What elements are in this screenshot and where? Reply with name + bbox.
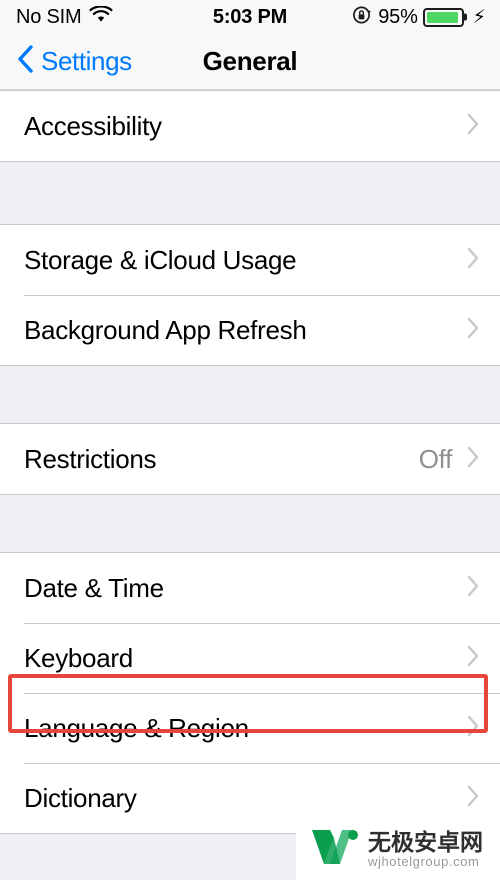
chevron-right-icon xyxy=(466,112,480,141)
charging-bolt-icon: ⚡ xyxy=(472,6,486,28)
row-keyboard[interactable]: Keyboard xyxy=(0,623,500,693)
chevron-left-icon xyxy=(16,44,34,79)
chevron-right-icon xyxy=(466,316,480,345)
group-separator xyxy=(0,366,500,423)
chevron-right-icon xyxy=(466,714,480,743)
chevron-right-icon xyxy=(466,445,480,474)
row-label: Background App Refresh xyxy=(24,314,307,345)
group-separator xyxy=(0,495,500,552)
row-label: Date & Time xyxy=(24,572,164,603)
watermark-logo-icon xyxy=(308,824,360,875)
chevron-right-icon xyxy=(466,784,480,813)
row-date-and-time[interactable]: Date & Time xyxy=(0,553,500,623)
row-language-and-region[interactable]: Language & Region xyxy=(0,693,500,763)
settings-group-2: Storage & iCloud Usage Background App Re… xyxy=(0,224,500,366)
chevron-right-icon xyxy=(466,574,480,603)
status-bar: No SIM 5:03 PM 95% ⚡ xyxy=(0,0,500,34)
row-label: Accessibility xyxy=(24,110,162,141)
group-separator xyxy=(0,162,500,224)
navigation-bar: Settings General xyxy=(0,34,500,90)
iphone-screen: No SIM 5:03 PM 95% ⚡ Settings General Ac… xyxy=(0,0,500,880)
status-bar-left: No SIM xyxy=(16,4,251,29)
rotation-lock-icon xyxy=(352,5,372,30)
row-restrictions[interactable]: Restrictions Off xyxy=(0,424,500,494)
carrier-label: No SIM xyxy=(16,5,82,28)
status-bar-right: 95% ⚡ xyxy=(251,5,486,30)
chevron-right-icon xyxy=(466,644,480,673)
battery-fill xyxy=(426,11,458,23)
row-label: Dictionary xyxy=(24,782,137,813)
watermark: 无极安卓网 wjhotelgroup.com xyxy=(296,818,500,880)
watermark-url: wjhotelgroup.com xyxy=(368,853,480,869)
settings-group-1: Accessibility xyxy=(0,90,500,162)
row-background-app-refresh[interactable]: Background App Refresh xyxy=(0,295,500,365)
row-accessibility[interactable]: Accessibility xyxy=(0,91,500,161)
battery-percent-label: 95% xyxy=(378,5,418,28)
row-value-restrictions: Off xyxy=(418,443,453,474)
row-label: Restrictions xyxy=(24,443,157,474)
back-button-label: Settings xyxy=(41,46,132,76)
row-label: Language & Region xyxy=(24,712,249,743)
chevron-right-icon xyxy=(466,246,480,275)
row-storage-icloud-usage[interactable]: Storage & iCloud Usage xyxy=(0,225,500,295)
row-label: Storage & iCloud Usage xyxy=(24,244,297,275)
watermark-title: 无极安卓网 xyxy=(368,828,483,855)
watermark-texts: 无极安卓网 wjhotelgroup.com xyxy=(368,828,483,869)
wifi-icon xyxy=(89,4,113,29)
settings-group-3: Restrictions Off xyxy=(0,423,500,495)
settings-group-4: Date & Time Keyboard Language & Region D… xyxy=(0,552,500,834)
battery-icon xyxy=(422,7,464,27)
settings-list[interactable]: Accessibility Storage & iCloud Usage Bac… xyxy=(0,90,500,880)
back-button[interactable]: Settings xyxy=(16,44,132,79)
row-label: Keyboard xyxy=(24,642,133,673)
